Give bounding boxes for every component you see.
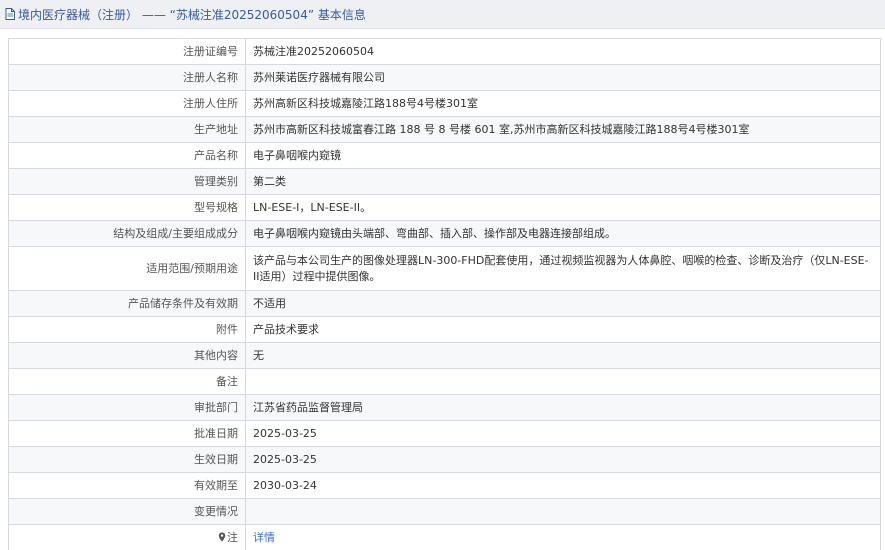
row-value: 电子鼻咽喉内窥镜由头端部、弯曲部、插入部、操作部及电器连接部组成。 — [245, 220, 881, 247]
row-label: 备注 — [8, 368, 246, 395]
table-row: 注册人住所 苏州高新区科技城嘉陵江路188号4号楼301室 — [8, 90, 881, 117]
table-row: 附件 产品技术要求 — [8, 316, 881, 343]
row-label: 附件 — [8, 316, 246, 343]
row-value: 2025-03-25 — [245, 446, 881, 473]
row-label: 审批部门 — [8, 394, 246, 421]
row-value: 江苏省药品监督管理局 — [245, 394, 881, 421]
table-row: 批准日期 2025-03-25 — [8, 420, 881, 447]
document-icon — [5, 8, 15, 20]
note-label-cell: 注 — [8, 524, 246, 550]
row-label: 产品名称 — [8, 142, 246, 169]
row-value: 2025-03-25 — [245, 420, 881, 447]
details-link[interactable]: 详情 — [253, 531, 275, 544]
row-value: 电子鼻咽喉内窥镜 — [245, 142, 881, 169]
table-row: 变更情况 — [8, 498, 881, 525]
row-label: 结构及组成/主要组成成分 — [8, 220, 246, 247]
info-table: 注册证编号 苏械注准20252060504 注册人名称 苏州莱诺医疗器械有限公司 注册人… — [8, 38, 881, 550]
note-label: 注 — [227, 530, 238, 544]
row-label: 变更情况 — [8, 498, 246, 525]
row-label: 型号规格 — [8, 194, 246, 221]
row-value: 苏州市高新区科技城富春江路 188 号 8 号楼 601 室,苏州市高新区科技城… — [245, 116, 881, 143]
row-label: 批准日期 — [8, 420, 246, 447]
row-value: 无 — [245, 342, 881, 369]
table-row: 其他内容无 — [8, 342, 881, 369]
row-label: 管理类别 — [8, 168, 246, 195]
note-value-cell: 详情 — [245, 524, 881, 550]
note-row: 注 详情 — [8, 524, 881, 550]
table-row: 型号规格 LN-ESE-I，LN-ESE-II。 — [8, 194, 881, 221]
title-bar: 境内医疗器械（注册） —— “苏械注准20252060504” 基本信息 — [0, 0, 885, 29]
table-row: 产品名称 电子鼻咽喉内窥镜 — [8, 142, 881, 169]
row-value: 产品技术要求 — [245, 316, 881, 343]
table-row: 适用范围/预期用途 该产品与本公司生产的图像处理器LN-300-FHD配套使用，通… — [8, 246, 881, 291]
row-value: 该产品与本公司生产的图像处理器LN-300-FHD配套使用，通过视频监视器为人体… — [245, 246, 881, 291]
row-label: 产品储存条件及有效期 — [8, 290, 246, 317]
row-value — [245, 368, 881, 395]
row-label: 注册证编号 — [8, 38, 246, 65]
row-value: LN-ESE-I，LN-ESE-II。 — [245, 194, 881, 221]
table-row: 生产地址 苏州市高新区科技城富春江路 188 号 8 号楼 601 室,苏州市高新… — [8, 116, 881, 143]
row-label: 适用范围/预期用途 — [8, 246, 246, 291]
row-value: 苏州高新区科技城嘉陵江路188号4号楼301室 — [245, 90, 881, 117]
row-value: 2030-03-24 — [245, 472, 881, 499]
page: 境内医疗器械（注册） —— “苏械注准20252060504” 基本信息 注册证… — [0, 0, 885, 550]
table-row: 产品储存条件及有效期 不适用 — [8, 290, 881, 317]
location-pin-icon — [218, 532, 226, 541]
row-label: 注册人住所 — [8, 90, 246, 117]
row-label: 有效期至 — [8, 472, 246, 499]
row-label: 注册人名称 — [8, 64, 246, 91]
row-value: 第二类 — [245, 168, 881, 195]
page-title: 境内医疗器械（注册） —— “苏械注准20252060504” 基本信息 — [18, 7, 366, 22]
table-row: 审批部门 江苏省药品监督管理局 — [8, 394, 881, 421]
row-value: 不适用 — [245, 290, 881, 317]
row-label: 其他内容 — [8, 342, 246, 369]
table-row: 注册人名称 苏州莱诺医疗器械有限公司 — [8, 64, 881, 91]
table-row: 管理类别 第二类 — [8, 168, 881, 195]
table-row: 备注 — [8, 368, 881, 395]
table-row: 结构及组成/主要组成成分 电子鼻咽喉内窥镜由头端部、弯曲部、插入部、操作部及电器连… — [8, 220, 881, 247]
table-row: 生效日期 2025-03-25 — [8, 446, 881, 473]
row-value: 苏械注准20252060504 — [245, 38, 881, 65]
table-row: 注册证编号 苏械注准20252060504 — [8, 38, 881, 65]
row-value — [245, 498, 881, 525]
row-label: 生产地址 — [8, 116, 246, 143]
table-row: 有效期至 2030-03-24 — [8, 472, 881, 499]
row-label: 生效日期 — [8, 446, 246, 473]
row-value: 苏州莱诺医疗器械有限公司 — [245, 64, 881, 91]
